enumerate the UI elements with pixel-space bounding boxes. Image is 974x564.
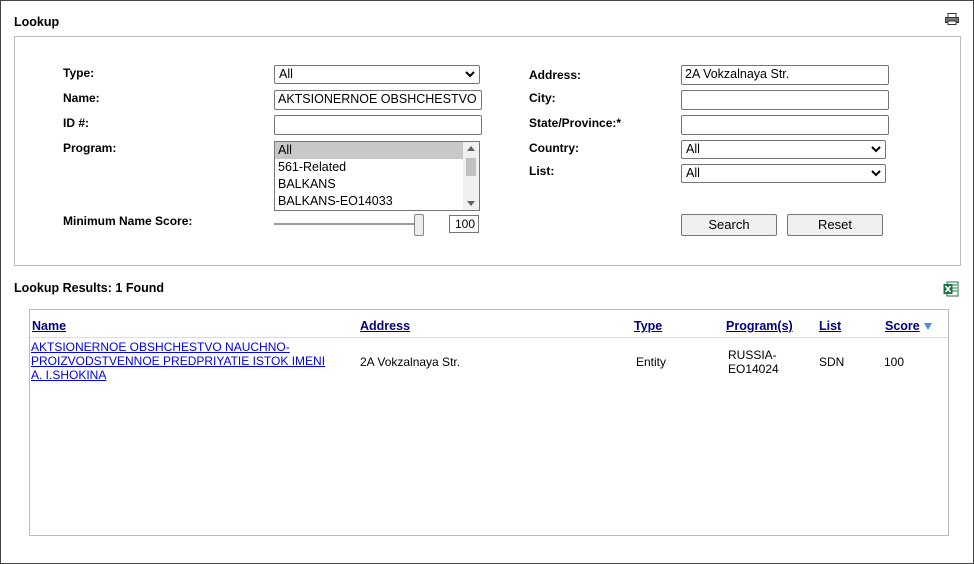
country-label: Country:	[529, 141, 579, 155]
program-option[interactable]: 561-Related	[275, 159, 463, 176]
min-score-slider-track[interactable]	[274, 223, 422, 225]
min-score-label: Minimum Name Score:	[63, 214, 193, 228]
results-table: Name Address Type Program(s) List Score …	[29, 309, 949, 536]
result-name-line: PROIZVODSTVENNOE PREDPRIYATIE ISTOK IMEN…	[31, 354, 326, 368]
country-select-value: All	[686, 142, 700, 156]
country-select[interactable]: All	[681, 140, 886, 159]
sort-desc-icon	[923, 323, 932, 331]
state-label: State/Province:*	[529, 116, 622, 130]
scroll-down-icon[interactable]	[467, 201, 475, 206]
min-score-value[interactable]: 100	[449, 215, 479, 233]
result-program-line: RUSSIA-	[728, 348, 777, 362]
chevron-down-icon	[871, 170, 881, 177]
chevron-down-icon	[465, 71, 475, 78]
name-label: Name:	[63, 91, 100, 105]
column-header-programs[interactable]: Program(s)	[726, 319, 793, 333]
city-input[interactable]	[681, 90, 889, 110]
list-label: List:	[529, 164, 555, 178]
result-score: 100	[884, 355, 905, 369]
column-header-score[interactable]: Score	[885, 319, 932, 333]
state-input[interactable]	[681, 115, 889, 135]
program-label: Program:	[63, 141, 117, 155]
result-name-link[interactable]: AKTSIONERNOE OBSHCHESTVO NAUCHNO- PROIZV…	[31, 340, 361, 382]
result-type: Entity	[636, 355, 667, 369]
result-name-line: AKTSIONERNOE OBSHCHESTVO NAUCHNO-	[31, 340, 290, 354]
program-option[interactable]: All	[275, 142, 463, 159]
id-input[interactable]	[274, 115, 482, 135]
score-header-label: Score	[885, 319, 920, 333]
lookup-title: Lookup	[14, 15, 60, 29]
type-select[interactable]: All	[274, 65, 480, 84]
result-programs: RUSSIA- EO14024	[728, 348, 779, 376]
column-header-name[interactable]: Name	[32, 319, 66, 333]
column-header-list[interactable]: List	[819, 319, 841, 333]
excel-export-icon[interactable]	[943, 281, 959, 297]
address-label: Address:	[529, 68, 582, 82]
chevron-down-icon	[871, 146, 881, 153]
id-label: ID #:	[63, 116, 90, 130]
column-header-address[interactable]: Address	[360, 319, 410, 333]
reset-button[interactable]: Reset	[787, 214, 883, 236]
address-input[interactable]: 2A Vokzalnaya Str.	[681, 65, 889, 85]
scroll-up-icon[interactable]	[467, 146, 475, 151]
header-divider	[30, 337, 948, 338]
result-address: 2A Vokzalnaya Str.	[360, 355, 461, 369]
column-header-type[interactable]: Type	[634, 319, 662, 333]
type-label: Type:	[63, 66, 95, 80]
search-button[interactable]: Search	[681, 214, 777, 236]
name-input[interactable]: AKTSIONERNOE OBSHCHESTVO	[274, 90, 482, 110]
scroll-thumb[interactable]	[466, 158, 476, 176]
list-select[interactable]: All	[681, 164, 886, 183]
city-label: City:	[529, 91, 556, 105]
program-scrollbar[interactable]	[463, 142, 479, 210]
result-name-line: A. I.SHOKINA	[31, 368, 107, 382]
print-icon[interactable]	[945, 13, 959, 25]
result-list: SDN	[819, 355, 845, 369]
lookup-form: Type: All Name: AKTSIONERNOE OBSHCHESTVO…	[14, 36, 961, 266]
type-select-value: All	[279, 67, 293, 81]
lookup-page: Lookup Type: All Name: AKTSIONERNOE OBSH…	[0, 0, 974, 564]
program-option[interactable]: BALKANS	[275, 176, 463, 193]
results-title: Lookup Results: 1 Found	[14, 281, 164, 295]
program-listbox[interactable]: All 561-Related BALKANS BALKANS-EO14033	[274, 141, 480, 211]
min-score-slider-handle[interactable]	[414, 214, 424, 236]
program-option[interactable]: BALKANS-EO14033	[275, 193, 463, 210]
list-select-value: All	[686, 166, 700, 180]
result-program-line: EO14024	[728, 362, 779, 376]
